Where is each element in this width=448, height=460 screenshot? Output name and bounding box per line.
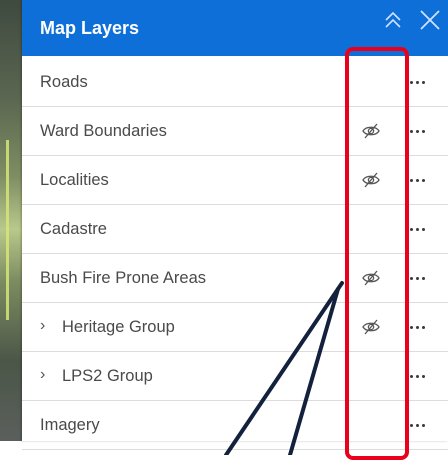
layer-label: Ward Boundaries: [40, 121, 167, 140]
chevron-right-icon[interactable]: ›: [40, 366, 45, 384]
layer-row-roads[interactable]: Roads: [22, 58, 448, 107]
layer-row-ward-boundaries[interactable]: Ward Boundaries: [22, 107, 448, 156]
eye-slash-icon[interactable]: [361, 121, 381, 146]
more-options-icon[interactable]: [402, 168, 432, 192]
layer-label: Bush Fire Prone Areas: [40, 268, 206, 287]
map-layers-panel: Map Layers Roads Ward Boundaries Localit…: [22, 0, 448, 450]
eye-slash-icon[interactable]: [361, 170, 381, 195]
layer-label: Imagery: [40, 415, 100, 434]
layer-row-bush-fire-prone-areas[interactable]: Bush Fire Prone Areas: [22, 254, 448, 303]
layer-label: Cadastre: [40, 219, 107, 238]
layer-label: Heritage Group: [62, 317, 175, 336]
close-icon[interactable]: [418, 8, 442, 32]
eye-slash-icon[interactable]: [361, 268, 381, 293]
double-chevron-up-icon[interactable]: [382, 9, 404, 31]
layer-list: Roads Ward Boundaries Localities Cadastr…: [22, 58, 448, 450]
layer-label: Roads: [40, 72, 88, 91]
panel-title: Map Layers: [40, 17, 140, 38]
map-background: [0, 0, 22, 441]
eye-slash-icon[interactable]: [361, 317, 381, 342]
layer-row-imagery[interactable]: Imagery: [22, 401, 448, 450]
chevron-right-icon[interactable]: ›: [40, 317, 45, 335]
layer-row-lps2-group[interactable]: › LPS2 Group: [22, 352, 448, 401]
more-options-icon[interactable]: [402, 413, 432, 437]
layer-label: LPS2 Group: [62, 366, 153, 385]
more-options-icon[interactable]: [402, 217, 432, 241]
more-options-icon[interactable]: [402, 315, 432, 339]
more-options-icon[interactable]: [402, 266, 432, 290]
layer-label: Localities: [40, 170, 109, 189]
layer-row-heritage-group[interactable]: › Heritage Group: [22, 303, 448, 352]
more-options-icon[interactable]: [402, 70, 432, 94]
more-options-icon[interactable]: [402, 119, 432, 143]
layer-row-localities[interactable]: Localities: [22, 156, 448, 205]
more-options-icon[interactable]: [402, 364, 432, 388]
panel-header: Map Layers: [22, 0, 448, 56]
layer-row-cadastre[interactable]: Cadastre: [22, 205, 448, 254]
